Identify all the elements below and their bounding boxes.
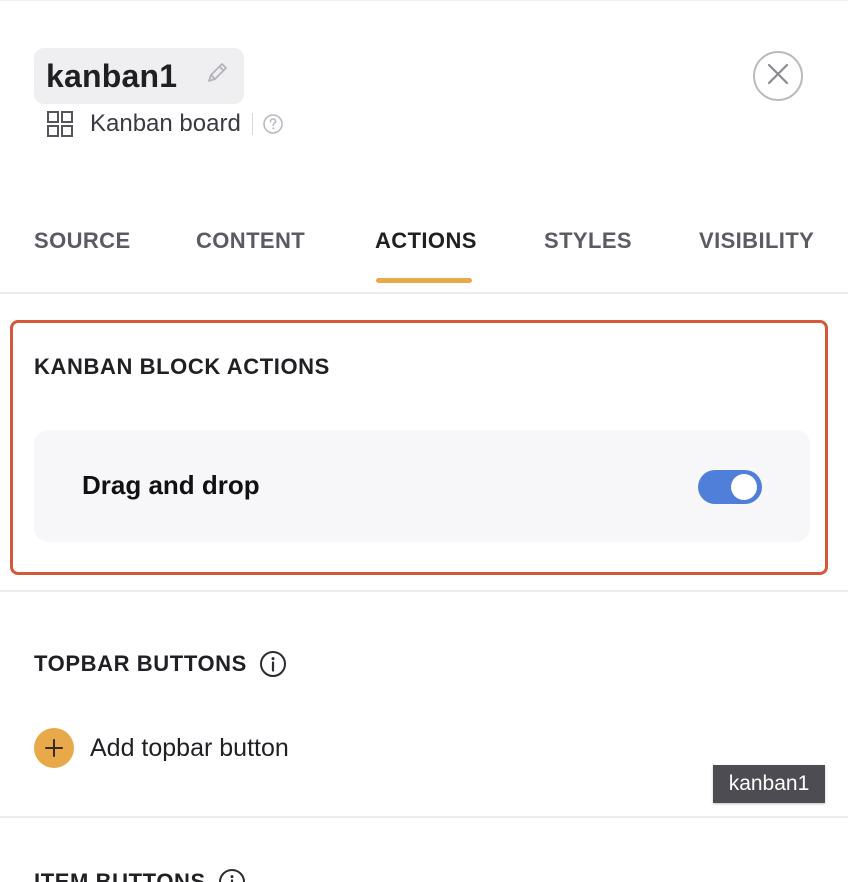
item-buttons-header: ITEM BUTTONS [34, 868, 246, 882]
add-topbar-button[interactable]: Add topbar button [34, 728, 289, 768]
item-buttons-heading: ITEM BUTTONS [34, 869, 206, 882]
block-name-editor[interactable]: kanban1 [34, 48, 244, 104]
block-name-tooltip: kanban1 [713, 765, 825, 803]
tab-content[interactable]: CONTENT [196, 228, 305, 254]
block-title[interactable]: kanban1 [46, 58, 177, 95]
drag-and-drop-setting: Drag and drop [34, 430, 810, 542]
drag-and-drop-label: Drag and drop [82, 470, 260, 500]
grid-icon [46, 110, 74, 138]
question-circle-icon[interactable] [262, 113, 284, 135]
topbar-buttons-heading: TOPBAR BUTTONS [34, 651, 247, 676]
pencil-icon[interactable] [202, 58, 232, 88]
topbar-buttons-header: TOPBAR BUTTONS [34, 650, 287, 678]
drag-and-drop-toggle[interactable] [698, 470, 762, 504]
info-icon[interactable] [259, 650, 287, 678]
section-divider [0, 816, 848, 818]
add-topbar-button-label: Add topbar button [90, 733, 289, 762]
toggle-knob [731, 474, 757, 500]
divider [251, 113, 253, 135]
tab-actions[interactable]: ACTIONS [375, 228, 477, 254]
block-type-label: Kanban board [90, 110, 241, 137]
tab-visibility[interactable]: VISIBILITY [699, 228, 814, 254]
close-button[interactable] [753, 51, 803, 101]
active-tab-indicator [376, 278, 472, 283]
section-divider [0, 590, 848, 592]
block-type-row: Kanban board [46, 108, 284, 140]
kanban-actions-heading: KANBAN BLOCK ACTIONS [34, 354, 330, 379]
tab-source[interactable]: SOURCE [34, 228, 131, 254]
settings-tabs: SOURCE CONTENT ACTIONS STYLES VISIBILITY [0, 214, 848, 294]
close-icon [766, 62, 790, 91]
tabs-divider [0, 292, 848, 294]
info-icon[interactable] [218, 868, 246, 882]
tab-styles[interactable]: STYLES [544, 228, 632, 254]
top-border [0, 0, 848, 1]
plus-icon [34, 728, 74, 768]
block-settings-panel: kanban1 Kanban board SOURCE CONTENT ACTI… [0, 0, 848, 882]
